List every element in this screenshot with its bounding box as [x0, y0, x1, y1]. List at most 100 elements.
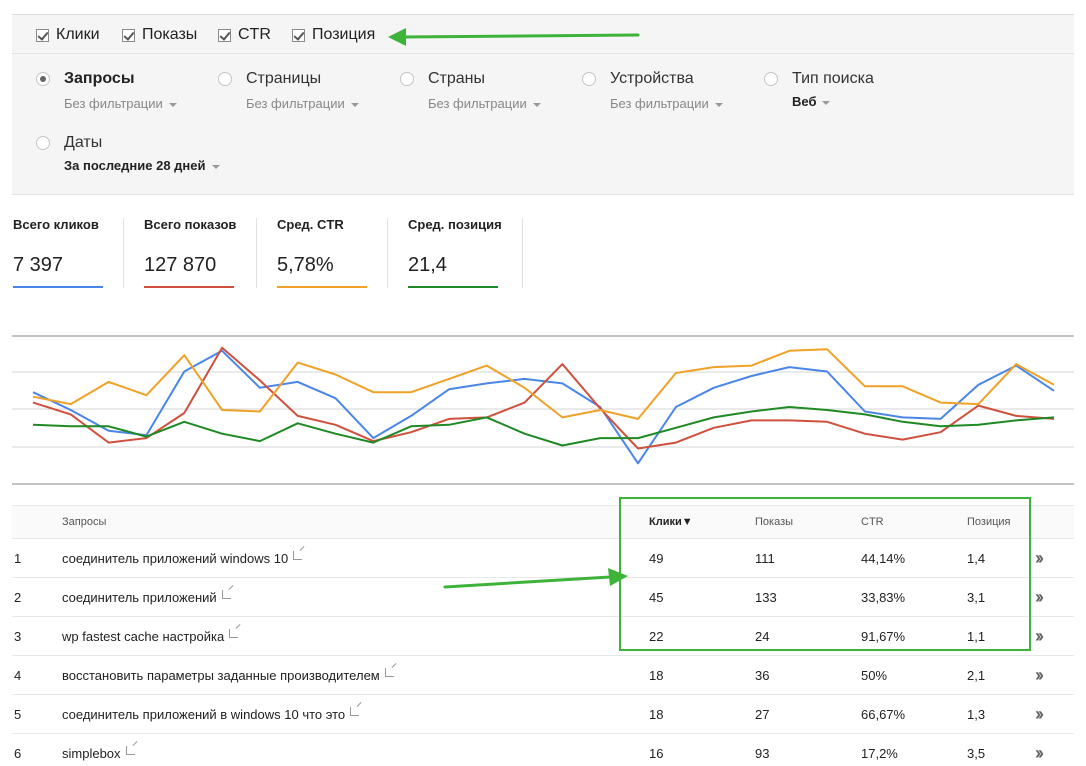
header-position[interactable]: Позиция [967, 506, 1035, 539]
row-details-button[interactable]: ›› [1035, 539, 1074, 578]
total-color-line [277, 286, 367, 288]
table-row[interactable]: 3 wp fastest cache настройка 22 24 91,67… [12, 617, 1074, 656]
dimension-filter-dropdown[interactable]: За последние 28 дней [64, 158, 220, 173]
checkbox-icon[interactable] [122, 28, 135, 42]
external-link-icon[interactable] [221, 589, 231, 599]
metric-ctr-checkbox[interactable]: CTR [218, 26, 271, 44]
row-impressions: 24 [755, 628, 770, 644]
metric-clicks-checkbox[interactable]: Клики [36, 26, 100, 44]
metric-label: CTR [238, 26, 271, 43]
radio-icon[interactable] [582, 72, 596, 86]
query-text: соединитель приложений windows 10 [62, 550, 289, 566]
double-chevron-right-icon: ›› [1035, 586, 1044, 607]
row-query: wp fastest cache настройка [62, 617, 649, 656]
checkbox-icon[interactable] [36, 28, 49, 42]
metric-label: Позиция [312, 26, 376, 43]
table-row[interactable]: 4 восстановить параметры заданные произв… [12, 656, 1074, 695]
row-details-button[interactable]: ›› [1035, 617, 1074, 656]
total-position[interactable]: Сред. позиция 21,4 [408, 217, 502, 288]
caret-down-icon [714, 102, 723, 107]
row-details-button[interactable]: ›› [1035, 734, 1074, 766]
performance-chart[interactable] [12, 334, 1074, 486]
radio-icon[interactable] [400, 72, 414, 86]
table-row[interactable]: 1 соединитель приложений windows 10 49 1… [12, 539, 1074, 578]
total-ctr[interactable]: Сред. CTR 5,78% [277, 217, 367, 288]
metric-impressions-checkbox[interactable]: Показы [122, 26, 197, 44]
radio-selected-icon[interactable] [36, 72, 50, 86]
chart-svg[interactable] [12, 334, 1074, 486]
dimension-filter-panel: Запросы Без фильтрации Страницы Без филь… [12, 54, 1074, 195]
header-queries[interactable]: Запросы [62, 506, 649, 539]
dimension-label: Страны [428, 70, 486, 87]
dimension-label: Тип поиска [792, 70, 874, 87]
total-impressions[interactable]: Всего показов 127 870 [144, 217, 237, 288]
row-ctr: 44,14% [861, 550, 906, 566]
row-index: 5 [14, 706, 22, 722]
metric-position-checkbox[interactable]: Позиция [292, 26, 375, 44]
dimension-filter-dropdown[interactable]: Без фильтрации [64, 96, 177, 111]
metrics-bar: Клики Показы CTR Позиция [12, 14, 1074, 54]
double-chevron-right-icon: ›› [1035, 547, 1044, 568]
row-impressions: 36 [755, 667, 770, 683]
radio-icon[interactable] [36, 136, 50, 150]
query-text: wp fastest cache настройка [62, 628, 225, 644]
table-row[interactable]: 2 соединитель приложений 45 133 33,83% 3… [12, 578, 1074, 617]
total-color-line [144, 286, 234, 288]
header-impressions[interactable]: Показы [755, 506, 861, 539]
external-link-icon[interactable] [293, 550, 303, 560]
row-details-button[interactable]: ›› [1035, 656, 1074, 695]
double-chevron-right-icon: ›› [1035, 625, 1044, 646]
table-row[interactable]: 6 simplebox 16 93 17,2% 3,5 ›› [12, 734, 1074, 766]
sort-desc-icon: ▼ [681, 516, 693, 528]
dimension-filter-dropdown[interactable]: Без фильтрации [246, 96, 359, 111]
header-clicks[interactable]: Клики▼ [649, 506, 755, 539]
total-label: Всего показов [144, 217, 237, 232]
dimension-label: Устройства [610, 70, 694, 87]
row-index: 6 [14, 745, 22, 761]
row-ctr: 66,67% [861, 706, 906, 722]
row-impressions: 111 [755, 550, 775, 566]
header-ctr[interactable]: CTR [861, 506, 967, 539]
series-line-Клики[interactable] [32, 349, 1055, 465]
external-link-icon[interactable] [350, 706, 360, 716]
dimension-filter-dropdown[interactable]: Без фильтрации [610, 96, 723, 111]
row-position: 1,4 [967, 550, 986, 566]
external-link-icon[interactable] [229, 628, 239, 638]
row-details-button[interactable]: ›› [1035, 695, 1074, 734]
row-position: 3,1 [967, 589, 986, 605]
row-impressions: 27 [755, 706, 770, 722]
radio-icon[interactable] [764, 72, 778, 86]
radio-icon[interactable] [218, 72, 232, 86]
double-chevron-right-icon: ›› [1035, 664, 1044, 685]
table-header-row: Запросы Клики▼ Показы CTR Позиция [12, 505, 1074, 539]
dimension-filter-dropdown[interactable]: Веб [792, 94, 831, 109]
total-value: 127 870 [144, 254, 217, 276]
row-index: 1 [14, 550, 22, 566]
total-value: 7 397 [13, 254, 64, 276]
external-link-icon[interactable] [125, 745, 135, 755]
row-ctr: 50% [861, 667, 888, 683]
row-index: 3 [14, 628, 22, 644]
checkbox-icon[interactable] [292, 28, 305, 42]
dimension-filter-dropdown[interactable]: Без фильтрации [428, 96, 541, 111]
row-ctr: 91,67% [861, 628, 906, 644]
row-query: соединитель приложений в windows 10 что … [62, 695, 649, 734]
caret-down-icon [532, 102, 541, 107]
total-clicks[interactable]: Всего кликов 7 397 [13, 217, 103, 288]
dimension-label: Даты [64, 134, 103, 151]
total-value: 21,4 [408, 254, 447, 276]
table-row[interactable]: 5 соединитель приложений в windows 10 чт… [12, 695, 1074, 734]
header-more [1035, 506, 1074, 539]
row-clicks: 18 [649, 667, 664, 683]
row-clicks: 16 [649, 745, 664, 761]
row-query: восстановить параметры заданные производ… [62, 656, 649, 695]
row-details-button[interactable]: ›› [1035, 578, 1074, 617]
external-link-icon[interactable] [384, 667, 394, 677]
checkbox-icon[interactable] [218, 28, 231, 42]
row-impressions: 133 [755, 589, 777, 605]
query-text: соединитель приложений в windows 10 что … [62, 706, 346, 722]
caret-down-icon [211, 164, 220, 169]
series-line-Показы[interactable] [32, 346, 1055, 450]
row-query: соединитель приложений windows 10 [62, 539, 649, 578]
total-label: Всего кликов [13, 217, 99, 232]
